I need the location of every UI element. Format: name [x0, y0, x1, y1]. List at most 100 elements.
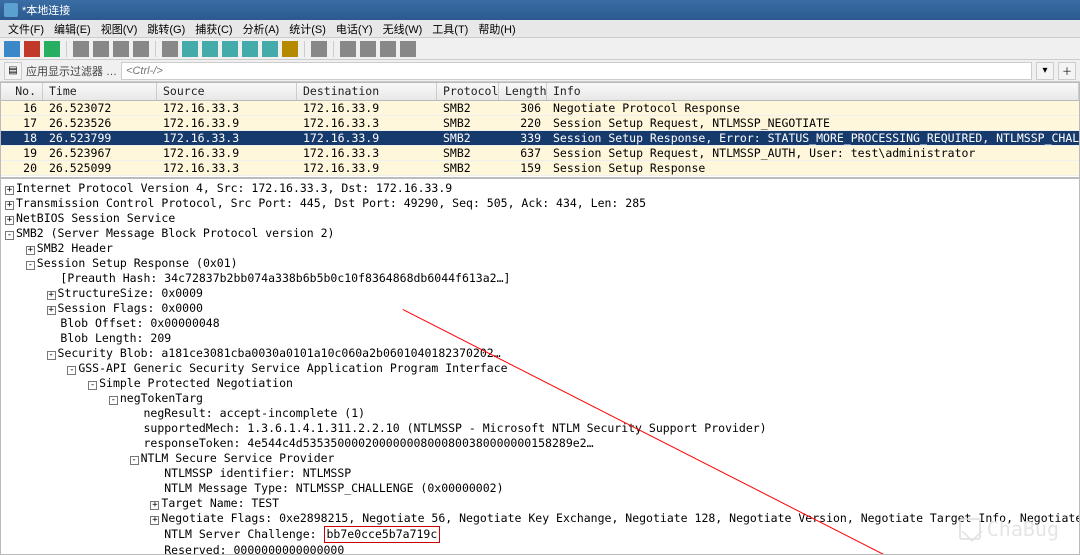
- cell-time: 26.525099: [43, 161, 157, 175]
- display-filter-input[interactable]: [121, 62, 1032, 80]
- col-no[interactable]: No.: [1, 83, 43, 100]
- collapse-icon[interactable]: -: [26, 261, 35, 270]
- packet-row[interactable]: 1926.523967172.16.33.9172.16.33.3SMB2637…: [1, 146, 1079, 161]
- cell-info: Negotiate Protocol Response: [547, 101, 1079, 115]
- expand-icon[interactable]: +: [150, 501, 159, 510]
- packet-list-pane: No. Time Source Destination Protocol Len…: [0, 82, 1080, 178]
- goto-icon[interactable]: [222, 41, 238, 57]
- menu-capture[interactable]: 捕获(C): [191, 21, 236, 37]
- blob-length: Blob Length: 209: [60, 331, 171, 345]
- cell-time: 26.523967: [43, 146, 157, 160]
- gss-api[interactable]: GSS-API Generic Security Service Applica…: [78, 361, 507, 375]
- stop-capture-icon[interactable]: [24, 41, 40, 57]
- next-icon[interactable]: [202, 41, 218, 57]
- filter-bookmark-icon[interactable]: ▤: [4, 62, 22, 80]
- save-file-icon[interactable]: [93, 41, 109, 57]
- zoom-in-icon[interactable]: [340, 41, 356, 57]
- find-icon[interactable]: [162, 41, 178, 57]
- packet-row[interactable]: 1626.523072172.16.33.3172.16.33.9SMB2306…: [1, 101, 1079, 116]
- cell-src: 172.16.33.3: [157, 101, 297, 115]
- close-file-icon[interactable]: [113, 41, 129, 57]
- structure-size[interactable]: StructureSize: 0x0009: [58, 286, 203, 300]
- resize-cols-icon[interactable]: [400, 41, 416, 57]
- menu-help[interactable]: 帮助(H): [474, 21, 519, 37]
- cell-proto: SMB2: [437, 101, 499, 115]
- cell-len: 637: [499, 146, 547, 160]
- cell-src: 172.16.33.9: [157, 146, 297, 160]
- packet-row[interactable]: 1726.523526172.16.33.9172.16.33.3SMB2220…: [1, 116, 1079, 131]
- expand-icon[interactable]: +: [26, 246, 35, 255]
- expand-icon[interactable]: +: [47, 291, 56, 300]
- restart-capture-icon[interactable]: [44, 41, 60, 57]
- reload-icon[interactable]: [133, 41, 149, 57]
- col-info[interactable]: Info: [547, 83, 1079, 100]
- colorize-icon[interactable]: [311, 41, 327, 57]
- col-len[interactable]: Length: [499, 83, 547, 100]
- cell-src: 172.16.33.9: [157, 116, 297, 130]
- response-token: responseToken: 4e544c4d53535000020000000…: [143, 436, 593, 450]
- expand-icon[interactable]: +: [5, 201, 14, 210]
- neg-result: negResult: accept-incomplete (1): [143, 406, 365, 420]
- expand-icon[interactable]: +: [5, 186, 14, 195]
- menu-analyze[interactable]: 分析(A): [239, 21, 284, 37]
- session-setup-resp[interactable]: Session Setup Response (0x01): [37, 256, 238, 270]
- negotiate-flags[interactable]: Negotiate Flags: 0xe2898215, Negotiate 5…: [161, 511, 1080, 525]
- menu-file[interactable]: 文件(F): [4, 21, 48, 37]
- expand-icon[interactable]: +: [150, 516, 159, 525]
- filter-label: 应用显示过滤器 …: [26, 63, 117, 79]
- cell-proto: SMB2: [437, 161, 499, 175]
- window-titlebar: *本地连接: [0, 0, 1080, 20]
- menu-edit[interactable]: 编辑(E): [50, 21, 95, 37]
- tcp-summary[interactable]: Transmission Control Protocol, Src Port:…: [16, 196, 646, 210]
- session-flags[interactable]: Session Flags: 0x0000: [58, 301, 203, 315]
- packet-list-header: No. Time Source Destination Protocol Len…: [1, 83, 1079, 101]
- cell-len: 220: [499, 116, 547, 130]
- col-dst[interactable]: Destination: [297, 83, 437, 100]
- packet-row[interactable]: 1826.523799172.16.33.3172.16.33.9SMB2339…: [1, 131, 1079, 146]
- collapse-icon[interactable]: -: [130, 456, 139, 465]
- start-capture-icon[interactable]: [4, 41, 20, 57]
- ntlm-ssp[interactable]: NTLM Secure Service Provider: [141, 451, 335, 465]
- negtokentarg[interactable]: negTokenTarg: [120, 391, 203, 405]
- zoom-reset-icon[interactable]: [380, 41, 396, 57]
- collapse-icon[interactable]: -: [109, 396, 118, 405]
- collapse-icon[interactable]: -: [5, 231, 14, 240]
- last-icon[interactable]: [262, 41, 278, 57]
- collapse-icon[interactable]: -: [47, 351, 56, 360]
- collapse-icon[interactable]: -: [88, 381, 97, 390]
- security-blob[interactable]: Security Blob: a181ce3081cba0030a0101a10…: [58, 346, 501, 360]
- menu-view[interactable]: 视图(V): [97, 21, 142, 37]
- expand-icon[interactable]: +: [5, 216, 14, 225]
- zoom-out-icon[interactable]: [360, 41, 376, 57]
- prev-icon[interactable]: [182, 41, 198, 57]
- cell-info: Session Setup Request, NTLMSSP_AUTH, Use…: [547, 146, 1079, 160]
- open-file-icon[interactable]: [73, 41, 89, 57]
- autoscroll-icon[interactable]: [282, 41, 298, 57]
- filter-plus-icon[interactable]: ＋: [1058, 62, 1076, 80]
- ntlm-identifier: NTLMSSP identifier: NTLMSSP: [164, 466, 351, 480]
- window-title: *本地连接: [22, 2, 70, 18]
- collapse-icon[interactable]: -: [67, 366, 76, 375]
- col-proto[interactable]: Protocol: [437, 83, 499, 100]
- col-time[interactable]: Time: [43, 83, 157, 100]
- ntlm-challenge-label: NTLM Server Challenge:: [164, 527, 323, 541]
- spnego[interactable]: Simple Protected Negotiation: [99, 376, 293, 390]
- nbss-summary[interactable]: NetBIOS Session Service: [16, 211, 175, 225]
- expand-icon[interactable]: +: [47, 306, 56, 315]
- smb2-header[interactable]: SMB2 Header: [37, 241, 113, 255]
- first-icon[interactable]: [242, 41, 258, 57]
- filter-expr-icon[interactable]: ▾: [1036, 62, 1054, 80]
- smb2-summary[interactable]: SMB2 (Server Message Block Protocol vers…: [16, 226, 335, 240]
- menu-tools[interactable]: 工具(T): [428, 21, 472, 37]
- menu-tel[interactable]: 电话(Y): [332, 21, 377, 37]
- packet-row[interactable]: 2026.525099172.16.33.3172.16.33.9SMB2159…: [1, 161, 1079, 176]
- display-filter-bar: ▤ 应用显示过滤器 … ▾ ＋: [0, 60, 1080, 82]
- supported-mech: supportedMech: 1.3.6.1.4.1.311.2.2.10 (N…: [143, 421, 766, 435]
- ip-summary[interactable]: Internet Protocol Version 4, Src: 172.16…: [16, 181, 452, 195]
- target-name[interactable]: Target Name: TEST: [161, 496, 279, 510]
- menu-stats[interactable]: 统计(S): [285, 21, 330, 37]
- menu-go[interactable]: 跳转(G): [143, 21, 189, 37]
- col-src[interactable]: Source: [157, 83, 297, 100]
- menubar: 文件(F) 编辑(E) 视图(V) 跳转(G) 捕获(C) 分析(A) 统计(S…: [0, 20, 1080, 38]
- menu-wireless[interactable]: 无线(W): [379, 21, 427, 37]
